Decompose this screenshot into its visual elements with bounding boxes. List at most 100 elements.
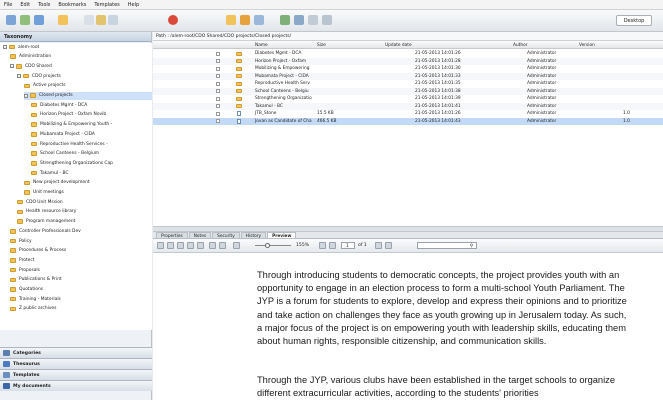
tree-item[interactable]: Z public archives — [10, 305, 152, 313]
first-page-icon[interactable] — [319, 242, 326, 249]
tree-item[interactable]: Protect — [10, 256, 152, 264]
table-row[interactable]: Mobilizing & Empowering 21-05-2013 14:01:… — [153, 65, 663, 72]
column-size[interactable]: Size — [317, 43, 326, 48]
row-checkbox[interactable] — [216, 51, 220, 56]
table-row[interactable]: Mubamata Project - CIDA 21-05-2013 14:01:… — [153, 72, 663, 80]
menu-file[interactable]: File — [4, 2, 12, 8]
tree-item[interactable]: Mobilizing & Empowering Youth - — [31, 121, 152, 129]
table-row[interactable]: Takamul - BC 21-05-2013 14:01:41 Administr… — [153, 102, 663, 110]
cut-icon[interactable] — [96, 15, 106, 25]
zoom-slider-knob[interactable] — [265, 243, 270, 248]
arrow-icon[interactable] — [34, 15, 44, 25]
table-row[interactable]: Reproductive Health Serv 21-05-2013 14:01… — [153, 80, 663, 87]
tree-item[interactable]: Health resource library — [17, 208, 152, 216]
tree-item[interactable]: Publications & Print — [10, 276, 152, 284]
sidebar-panel-templates[interactable]: Templates — [0, 369, 152, 380]
column-name[interactable]: Name — [255, 43, 268, 48]
page-view-icon[interactable] — [167, 242, 174, 249]
tree-item[interactable]: - CDO Shared — [10, 62, 152, 70]
tab-security[interactable]: Security — [212, 232, 240, 239]
edit-icon[interactable] — [226, 15, 236, 25]
rotate-icon[interactable] — [233, 242, 240, 249]
tree-item[interactable]: - CDO projects — [17, 72, 152, 80]
row-checkbox[interactable] — [216, 89, 220, 93]
table-row[interactable]: Strengthening Organizatio 21-05-2013 14:0… — [153, 95, 663, 102]
expand-toggle-icon[interactable]: - — [10, 64, 14, 69]
document-preview[interactable]: Through introducing students to democrat… — [153, 253, 663, 400]
table-row[interactable]: School Canteens - Belgiu 21-05-2013 14:01… — [153, 87, 663, 95]
two-page-icon[interactable] — [177, 242, 184, 249]
zoom-slider[interactable] — [255, 243, 291, 248]
print-icon[interactable] — [157, 242, 164, 249]
paste-icon[interactable] — [108, 15, 118, 25]
table-row[interactable]: JTB_Stone 15.5 KB 21-05-2013 14:01:26 Admin… — [153, 110, 663, 117]
table-row[interactable]: Jovan as Candidate of Cha 466.5 KB 21-05-2… — [153, 117, 663, 125]
row-checkbox[interactable] — [216, 119, 220, 123]
lock-icon[interactable] — [294, 15, 304, 25]
tree-item[interactable]: - alem-root — [3, 43, 152, 51]
tree-item[interactable]: Administration — [10, 53, 152, 61]
last-page-icon[interactable] — [385, 242, 392, 249]
page-number-field[interactable]: 1 — [341, 242, 355, 249]
tree-item[interactable]: Diabetes Mgmt - DCA — [31, 101, 152, 109]
zoom-out-icon[interactable] — [219, 242, 226, 249]
table-row[interactable]: Horizon Project - Oxfam 21-05-2013 14:01:… — [153, 57, 663, 65]
tab-notes[interactable]: Notes — [188, 232, 212, 239]
row-checkbox[interactable] — [216, 104, 220, 108]
sidebar-panel-my-documents[interactable]: My documents — [0, 380, 152, 391]
zoom-in-icon[interactable] — [209, 242, 216, 249]
menu-templates[interactable]: Templates — [94, 2, 119, 8]
copy-icon[interactable] — [84, 15, 94, 25]
row-checkbox[interactable] — [216, 66, 220, 71]
column-version[interactable]: Version — [579, 43, 595, 48]
tree-item[interactable]: Policy — [10, 237, 152, 245]
next-page-icon[interactable] — [375, 242, 382, 249]
tree-item[interactable]: School Canteens - Belgium — [31, 150, 152, 158]
menu-tools[interactable]: Tools — [38, 2, 50, 8]
tree-item[interactable]: Quotations — [10, 286, 152, 294]
tree-item[interactable]: Mubamata Project - CIDA — [31, 130, 152, 138]
find-field[interactable]: ⚲ — [417, 242, 477, 249]
refresh-icon[interactable] — [20, 15, 30, 25]
row-checkbox[interactable] — [216, 81, 220, 86]
tree-item[interactable]: New project development — [24, 179, 152, 187]
sidebar-panel-categories[interactable]: Categories — [0, 347, 152, 358]
checkout-icon[interactable] — [254, 15, 264, 25]
stop-icon[interactable] — [168, 15, 178, 25]
tree-item[interactable]: Strengthening Organizations Cap — [31, 159, 152, 167]
row-checkbox[interactable] — [216, 96, 220, 101]
column-author[interactable]: Author — [513, 43, 527, 48]
tree-item[interactable]: Controller Professionals Dev — [10, 227, 152, 235]
tree-item[interactable]: Active projects — [24, 82, 152, 90]
row-checkbox[interactable] — [216, 74, 220, 78]
menu-edit[interactable]: Edit — [20, 2, 30, 8]
fit-width-icon[interactable] — [187, 242, 194, 249]
tree-item[interactable]: CDO Unit Mssion — [17, 198, 152, 206]
menu-bookmarks[interactable]: Bookmarks — [58, 2, 86, 8]
table-row[interactable]: Diabetes Mgmt - DCA 21-05-2013 14:01:26 Ad… — [153, 50, 663, 57]
row-checkbox[interactable] — [216, 59, 220, 63]
row-checkbox[interactable] — [216, 111, 220, 116]
column-update-date[interactable]: Update date — [385, 43, 412, 48]
checkin-icon[interactable] — [280, 15, 290, 25]
tree-item[interactable]: - Closed projects — [24, 91, 152, 100]
tree-item[interactable]: Unit meetings — [24, 189, 152, 197]
desktop-button[interactable]: Desktop — [616, 15, 652, 26]
tree-item[interactable]: Proposals — [10, 266, 152, 274]
unlock-icon[interactable] — [308, 15, 318, 25]
expand-toggle-icon[interactable]: - — [3, 45, 7, 49]
tree-item[interactable]: Procedures & Process — [10, 247, 152, 255]
save-icon[interactable] — [240, 15, 250, 25]
tab-properties[interactable]: Properties — [156, 232, 188, 239]
menu-help[interactable]: Help — [128, 2, 139, 8]
tab-preview[interactable]: Preview — [267, 232, 297, 239]
expand-toggle-icon[interactable]: - — [17, 74, 21, 79]
search-icon[interactable] — [322, 15, 332, 25]
add-folder-icon[interactable] — [58, 15, 68, 25]
fit-page-icon[interactable] — [197, 242, 204, 249]
tree-item[interactable]: Horizon Project - Oxfam Novib — [31, 111, 152, 119]
sidebar-panel-thesaurus[interactable]: Thesaurus — [0, 358, 152, 369]
home-icon[interactable] — [6, 15, 16, 25]
tree-item[interactable]: Reproductive Health Services - — [31, 140, 152, 148]
expand-toggle-icon[interactable]: - — [24, 93, 28, 98]
